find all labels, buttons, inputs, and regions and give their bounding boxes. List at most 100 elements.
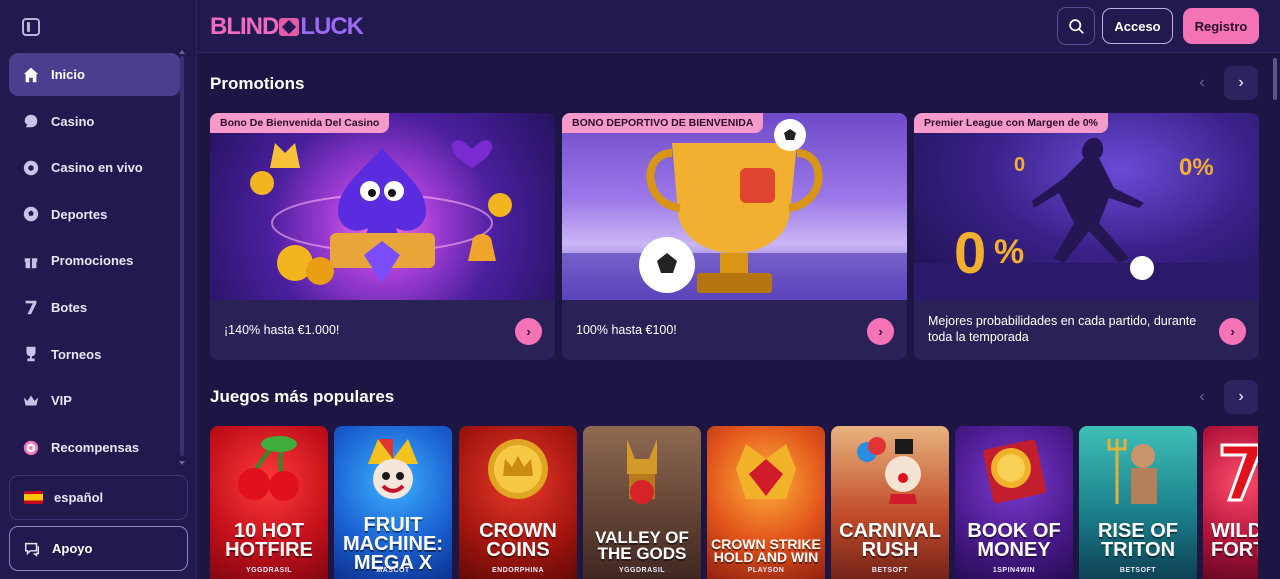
- promo-badge: BONO DEPORTIVO DE BIENVENIDA: [562, 113, 764, 133]
- game-provider: 1SPIN4WIN: [992, 567, 1036, 574]
- game-title: VALLEY OF THE GODS: [595, 528, 689, 563]
- search-icon: [1068, 18, 1084, 34]
- game-provider: PLAYSON: [747, 567, 785, 574]
- sidebar-item-label: Inicio: [51, 67, 85, 82]
- promo-go-button[interactable]: ›: [867, 318, 894, 345]
- svg-text:%: %: [994, 233, 1024, 271]
- chevron-right-icon: ›: [526, 324, 531, 339]
- sidebar-item-inicio[interactable]: Inicio: [9, 53, 180, 96]
- crown-icon: [22, 392, 40, 410]
- sidebar-item-torneos[interactable]: Torneos: [9, 333, 180, 376]
- sidebar-item-casino[interactable]: Casino: [9, 100, 180, 143]
- game-title: CROWN STRIKE HOLD AND WIN: [711, 536, 821, 565]
- chevron-right-icon: ›: [1230, 324, 1235, 339]
- chevron-right-icon: ›: [1238, 388, 1244, 405]
- promotions-prev-button[interactable]: ‹: [1185, 66, 1219, 100]
- sidebar-item-promociones[interactable]: Promociones: [9, 239, 180, 282]
- chevron-right-icon: ›: [878, 324, 883, 339]
- sidebar-scrollbar[interactable]: [180, 56, 184, 456]
- game-title: 10 HOT HOTFIRE: [225, 520, 313, 561]
- logo-mark-icon: [279, 18, 300, 36]
- svg-text:0: 0: [954, 221, 986, 286]
- promo-go-button[interactable]: ›: [515, 318, 542, 345]
- game-title: FRUIT MACHINE: MEGA X: [343, 514, 443, 574]
- popular-next-button[interactable]: ›: [1224, 380, 1258, 414]
- promo-go-button[interactable]: ›: [1219, 318, 1246, 345]
- game-tile-rise-of-triton[interactable]: RISE OF TRITON BETSOFT: [1079, 426, 1197, 579]
- promotions-next-button[interactable]: ›: [1224, 66, 1258, 100]
- sidebar-toggle-icon[interactable]: [22, 18, 40, 36]
- game-provider: BETSOFT: [1119, 567, 1157, 574]
- triton-icon: [1107, 439, 1157, 504]
- page-scrollbar[interactable]: [1273, 58, 1277, 100]
- top-header: BLIND LUCK Acceso Registro: [197, 0, 1280, 53]
- game-provider: YGGDRASIL: [245, 567, 293, 574]
- search-button[interactable]: [1057, 7, 1095, 45]
- game-provider: BETSOFT: [871, 567, 909, 574]
- cherries-icon: [238, 436, 299, 501]
- language-selector[interactable]: español: [9, 475, 188, 520]
- promotions-title: Promotions: [210, 74, 305, 93]
- game-tile-book-of-money[interactable]: BOOK OF MONEY 1SPIN4WIN: [955, 426, 1073, 579]
- money-book-icon: [983, 439, 1046, 504]
- game-title: CROWN COINS: [479, 520, 557, 561]
- chevron-left-icon: ‹: [1199, 388, 1205, 405]
- promo-card-premier-league[interactable]: 0 % 0 0% Premier League con Margen de 0%…: [914, 113, 1259, 360]
- clown-icon: [857, 437, 921, 504]
- promo-image-premier-league: 0 % 0 0%: [914, 113, 1259, 300]
- roulette-icon: [22, 159, 40, 177]
- game-title: RISE OF TRITON: [1097, 520, 1178, 561]
- sidebar-item-botes[interactable]: Botes: [9, 286, 180, 329]
- game-tile-crown-coins[interactable]: CROWN COINS ENDORPHINA: [459, 426, 577, 579]
- popular-games-title: Juegos más populares: [210, 387, 395, 406]
- game-tile-valley-of-the-gods[interactable]: VALLEY OF THE GODS YGGDRASIL: [583, 426, 701, 579]
- sidebar-item-label: Botes: [51, 299, 88, 315]
- sidebar-scroll-down-icon[interactable]: [179, 461, 185, 465]
- svg-text:0: 0: [1014, 154, 1025, 176]
- target-icon: [22, 438, 40, 456]
- sidebar-item-label: Promociones: [51, 253, 134, 269]
- game-tile-crown-strike[interactable]: CROWN STRIKE HOLD AND WIN PLAYSON: [707, 426, 825, 579]
- sidebar-item-label: Casino en vivo: [51, 160, 143, 176]
- promo-image-sports: [562, 113, 907, 300]
- sidebar-item-label: Deportes: [51, 206, 108, 222]
- sidebar-item-label: Casino: [51, 113, 95, 129]
- game-title: BOOK OF MONEY: [967, 520, 1061, 561]
- promo-card-casino-bonus[interactable]: Bono De Bienvenida Del Casino ¡140% hast…: [210, 113, 555, 360]
- game-tile-carnival-rush[interactable]: CARNIVAL RUSH BETSOFT: [831, 426, 949, 579]
- jester-icon: [368, 439, 418, 499]
- sidebar-scroll-up-icon[interactable]: [179, 50, 185, 54]
- popular-prev-button[interactable]: ‹: [1185, 380, 1219, 414]
- support-button[interactable]: Apoyo: [9, 526, 188, 571]
- trophy-icon: [22, 345, 40, 363]
- login-button[interactable]: Acceso: [1102, 8, 1173, 44]
- language-label: español: [54, 490, 104, 505]
- game-tile-wild-fort[interactable]: WILD FORT: [1203, 426, 1258, 579]
- promo-card-sports-bonus[interactable]: BONO DEPORTIVO DE BIENVENIDA 100% hasta …: [562, 113, 907, 360]
- sidebar: Inicio Casino Casino en vivo Deportes Pr…: [0, 0, 197, 579]
- ruby-crown-icon: [736, 444, 796, 499]
- game-provider: MASCOT: [376, 567, 410, 574]
- soccer-ball-icon: [22, 205, 40, 223]
- gift-icon: [22, 252, 40, 270]
- game-provider: YGGDRASIL: [618, 567, 666, 574]
- sidebar-item-recompensas[interactable]: Recompensas: [9, 426, 180, 469]
- promo-text: 100% hasta €100!: [576, 323, 677, 337]
- sidebar-item-deportes[interactable]: Deportes: [9, 193, 180, 236]
- promo-badge: Premier League con Margen de 0%: [914, 113, 1108, 133]
- register-button[interactable]: Registro: [1183, 8, 1259, 44]
- game-tile-fruit-machine-mega-x[interactable]: FRUIT MACHINE: MEGA X MASCOT: [334, 426, 452, 579]
- sidebar-item-vip[interactable]: VIP: [9, 379, 180, 422]
- home-icon: [22, 66, 40, 84]
- svg-text:0%: 0%: [1179, 154, 1214, 181]
- game-tile-10-hot-hotfire[interactable]: 10 HOT HOTFIRE YGGDRASIL: [210, 426, 328, 579]
- sidebar-item-casino-en-vivo[interactable]: Casino en vivo: [9, 146, 180, 189]
- promo-badge: Bono De Bienvenida Del Casino: [210, 113, 390, 133]
- chat-icon: [23, 540, 41, 558]
- logo-text-blind: BLIND: [210, 13, 279, 40]
- promo-text: Mejores probabilidades en cada partido, …: [928, 314, 1197, 344]
- game-title: CARNIVAL RUSH: [839, 520, 941, 561]
- gold-coin-icon: [488, 439, 548, 499]
- brand-logo[interactable]: BLIND LUCK: [210, 13, 364, 41]
- seven-icon: [1220, 443, 1258, 502]
